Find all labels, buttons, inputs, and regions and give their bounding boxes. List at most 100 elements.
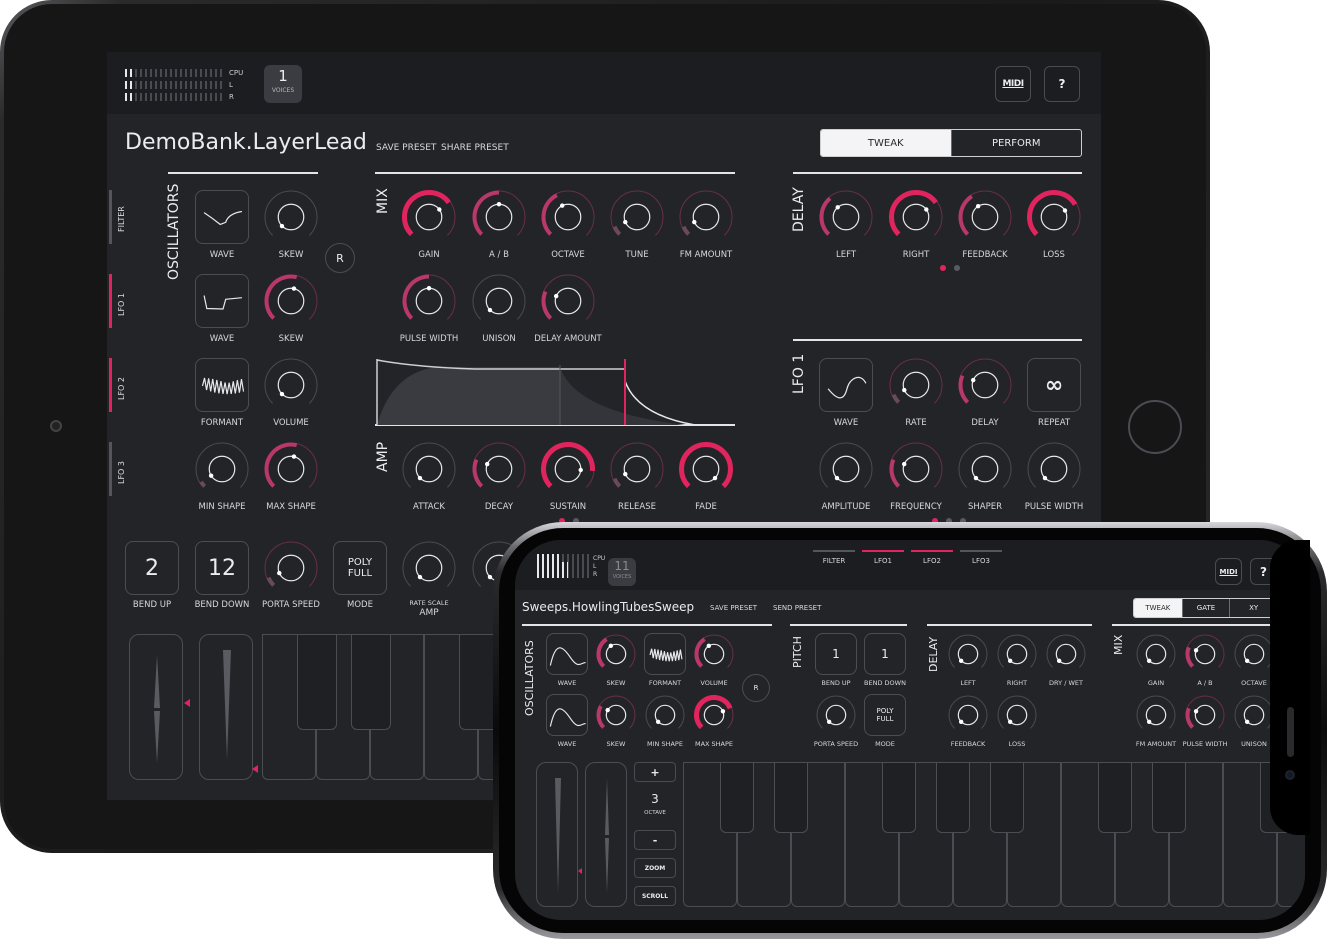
phone-osc-max-shape-7[interactable]: [692, 693, 736, 737]
phone-black-key[interactable]: [720, 762, 754, 833]
delay-right-knob[interactable]: [887, 188, 945, 246]
osc-max-shape-7[interactable]: [262, 440, 320, 498]
lfo-amplitude-4-knob[interactable]: [817, 440, 875, 498]
black-key[interactable]: [297, 634, 337, 730]
phone-osc-formant-2[interactable]: [644, 633, 686, 675]
phone-mix-pulse-width-knob[interactable]: [1183, 693, 1227, 737]
phone-tab-gate[interactable]: GATE: [1181, 599, 1230, 617]
help-button[interactable]: ?: [1044, 66, 1080, 102]
phone-black-key[interactable]: [936, 762, 970, 833]
phone-delay-feedback-knob[interactable]: [946, 693, 990, 737]
phone-bend-down-value[interactable]: 1: [864, 633, 906, 675]
bend-down-value[interactable]: 12: [195, 541, 249, 595]
phone-midi-button[interactable]: MIDI: [1215, 558, 1242, 585]
phone-pitch-wheel[interactable]: [585, 762, 627, 907]
mix-unison-knob[interactable]: [470, 272, 528, 330]
phone-tab-tweak[interactable]: TWEAK: [1134, 599, 1182, 617]
porta-speed-knob[interactable]: [262, 539, 320, 597]
black-key[interactable]: [351, 634, 391, 730]
phone-black-key[interactable]: [990, 762, 1024, 833]
mix-delay-amount-knob[interactable]: [539, 272, 597, 330]
repeat-button[interactable]: ∞: [1027, 358, 1081, 412]
phone-black-key[interactable]: [882, 762, 916, 833]
mix-tune-knob[interactable]: [608, 188, 666, 246]
phone-mode-value[interactable]: POLY FULL: [864, 694, 906, 736]
amp-sustain-knob[interactable]: [539, 440, 597, 498]
osc-formant-4[interactable]: [195, 358, 249, 412]
lfo-pulse-width-7-knob[interactable]: [1025, 440, 1083, 498]
phone-black-key[interactable]: [774, 762, 808, 833]
ipad-home-button[interactable]: [1128, 400, 1182, 454]
osc-skew-3[interactable]: [262, 272, 320, 330]
phone-osc-skew-5[interactable]: [594, 693, 638, 737]
bend-up-value[interactable]: 2: [125, 541, 179, 595]
phone-mod-wheel[interactable]: [536, 762, 578, 907]
phone-mix-fm-amount-knob[interactable]: [1134, 693, 1178, 737]
lfo-frequency-5-knob[interactable]: [887, 440, 945, 498]
phone-bend-up-value[interactable]: 1: [815, 633, 857, 675]
mix-fm-amount-knob[interactable]: [677, 188, 735, 246]
phone-delay-dry-wet-knob[interactable]: [1044, 632, 1088, 676]
scroll-button[interactable]: SCROLL: [634, 886, 676, 906]
mix-a-b-knob[interactable]: [470, 188, 528, 246]
phone-black-key[interactable]: [1152, 762, 1186, 833]
phone-porta-speed-knob[interactable]: [814, 693, 858, 737]
mix-octave-knob[interactable]: [539, 188, 597, 246]
amp-envelope-graph[interactable]: [375, 357, 737, 427]
lfo-delay-2-knob[interactable]: [956, 356, 1014, 414]
side-tab-lfo3[interactable]: LFO 3: [117, 461, 126, 484]
phone-tab-lfo3[interactable]: LFO3: [961, 557, 1001, 565]
delay-left-knob[interactable]: [817, 188, 875, 246]
osc-wave-2[interactable]: [195, 274, 249, 328]
phone-osc-skew-1[interactable]: [594, 632, 638, 676]
phone-preset-name[interactable]: Sweeps.HowlingTubesSweep: [522, 600, 694, 614]
share-preset-link[interactable]: SHARE PRESET: [441, 143, 509, 153]
phone-osc-wave-4[interactable]: [546, 694, 588, 736]
phone-tab-lfo1[interactable]: LFO1: [863, 557, 903, 565]
mix-gain-knob[interactable]: [400, 188, 458, 246]
page-dot[interactable]: [954, 265, 960, 271]
phone-osc-min-shape-6[interactable]: [643, 693, 687, 737]
phone-tab-lfo2[interactable]: LFO2: [912, 557, 952, 565]
lfo-shaper-6-knob[interactable]: [956, 440, 1014, 498]
side-tab-lfo2[interactable]: LFO 2: [117, 377, 126, 400]
amp-release-knob[interactable]: [608, 440, 666, 498]
page-dot[interactable]: [940, 265, 946, 271]
delay-feedback-knob[interactable]: [956, 188, 1014, 246]
phone-osc-volume-3[interactable]: [692, 632, 736, 676]
phone-send-preset-link[interactable]: SEND PRESET: [773, 604, 821, 612]
osc-min-shape-6[interactable]: [193, 440, 251, 498]
phone-save-preset-link[interactable]: SAVE PRESET: [710, 604, 757, 612]
amp-decay-knob[interactable]: [470, 440, 528, 498]
side-tab-filter[interactable]: FILTER: [117, 206, 126, 232]
midi-button[interactable]: MIDI: [995, 66, 1031, 102]
phone-mix-gain-knob[interactable]: [1134, 632, 1178, 676]
mod-wheel[interactable]: [199, 634, 253, 780]
osc-volume-5[interactable]: [262, 356, 320, 414]
phone-mix-a-b-knob[interactable]: [1183, 632, 1227, 676]
amp-fade-knob[interactable]: [677, 440, 735, 498]
phone-delay-right-knob[interactable]: [995, 632, 1039, 676]
octave-up-button[interactable]: +: [634, 762, 676, 782]
phone-osc-wave-0[interactable]: [546, 633, 588, 675]
zoom-button[interactable]: ZOOM: [634, 858, 676, 878]
mix-pulse-width-knob[interactable]: [400, 272, 458, 330]
pitch-wheel[interactable]: [129, 634, 183, 780]
phone-tab-filter[interactable]: FILTER: [814, 557, 854, 565]
mode-value[interactable]: POLY FULL: [333, 541, 387, 595]
tab-perform[interactable]: PERFORM: [950, 130, 1082, 156]
side-tab-lfo1[interactable]: LFO 1: [117, 293, 126, 316]
phone-delay-left-knob[interactable]: [946, 632, 990, 676]
osc-skew-1[interactable]: [262, 188, 320, 246]
lfo-rate-1-knob[interactable]: [887, 356, 945, 414]
amp-attack-knob[interactable]: [400, 440, 458, 498]
preset-name[interactable]: DemoBank.LayerLead: [125, 130, 367, 155]
octave-down-button[interactable]: -: [634, 830, 676, 850]
rate-scale-amp-knob[interactable]: [400, 539, 458, 597]
lfo-wave-0[interactable]: [819, 358, 873, 412]
tab-tweak[interactable]: TWEAK: [821, 130, 951, 156]
phone-black-key[interactable]: [1098, 762, 1132, 833]
phone-delay-loss-knob[interactable]: [995, 693, 1039, 737]
osc-wave-0[interactable]: [195, 190, 249, 244]
delay-loss-knob[interactable]: [1025, 188, 1083, 246]
